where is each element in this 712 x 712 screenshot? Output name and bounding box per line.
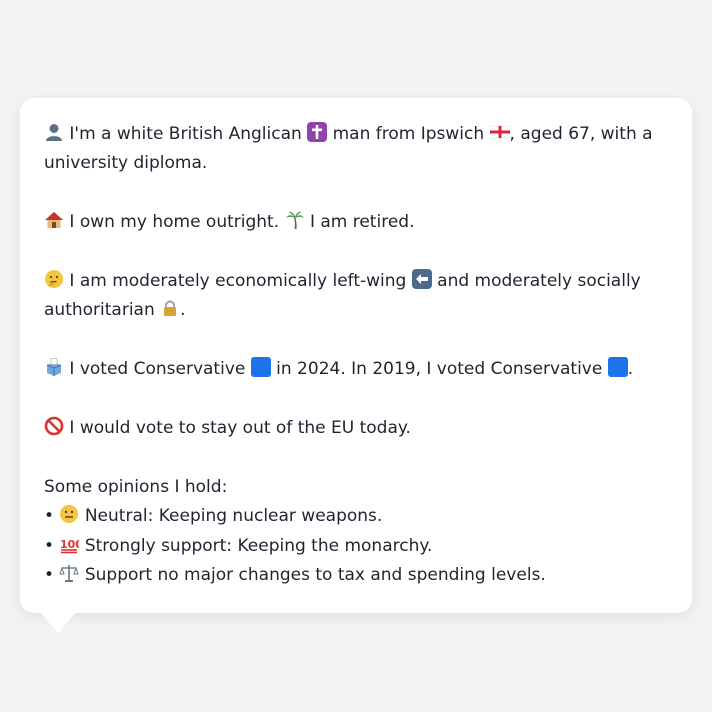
- hundred-points-icon: 100: [60, 538, 79, 553]
- person-silhouette-icon: [46, 124, 62, 141]
- conservative-party-color-icon: [607, 357, 628, 378]
- conservative-party-color-icon: [250, 357, 271, 378]
- identity-line: I'm a white British Anglican man from Ip…: [44, 122, 653, 174]
- england-flag-icon: [489, 125, 510, 139]
- lock-icon: [164, 300, 177, 317]
- voting-history-line: I voted Conservative in 2024. In 2019, I…: [44, 355, 668, 384]
- ballot-box-icon: [46, 358, 62, 377]
- chat-bubble-tail: [39, 611, 77, 633]
- prohibited-icon: [44, 416, 64, 436]
- palm-tree-icon: [285, 212, 304, 230]
- chat-bubble: I'm a white British Anglican man from Ip…: [20, 98, 692, 613]
- house-icon: [45, 212, 63, 229]
- list-item: • Support no major changes to tax and sp…: [44, 565, 546, 586]
- latin-cross-icon: [307, 122, 328, 142]
- list-item: • Neutral: Keeping nuclear weapons.: [44, 505, 383, 527]
- balance-scale-icon: [59, 565, 80, 583]
- neutral-face-icon: [60, 505, 79, 524]
- political-leaning-line: I am moderately economically left-wing a…: [44, 269, 641, 321]
- opinions-heading: Some opinions I hold:: [44, 476, 228, 497]
- list-item: • 100 Strongly support: Keeping the mona…: [44, 535, 433, 556]
- left-arrow-icon: [411, 269, 432, 289]
- eu-stance-line: I would vote to stay out of the EU today…: [44, 414, 668, 443]
- housing-line: I own my home outright. I am retired.: [44, 208, 668, 237]
- svg-text:100: 100: [60, 538, 79, 551]
- thinking-face-icon: [45, 270, 63, 288]
